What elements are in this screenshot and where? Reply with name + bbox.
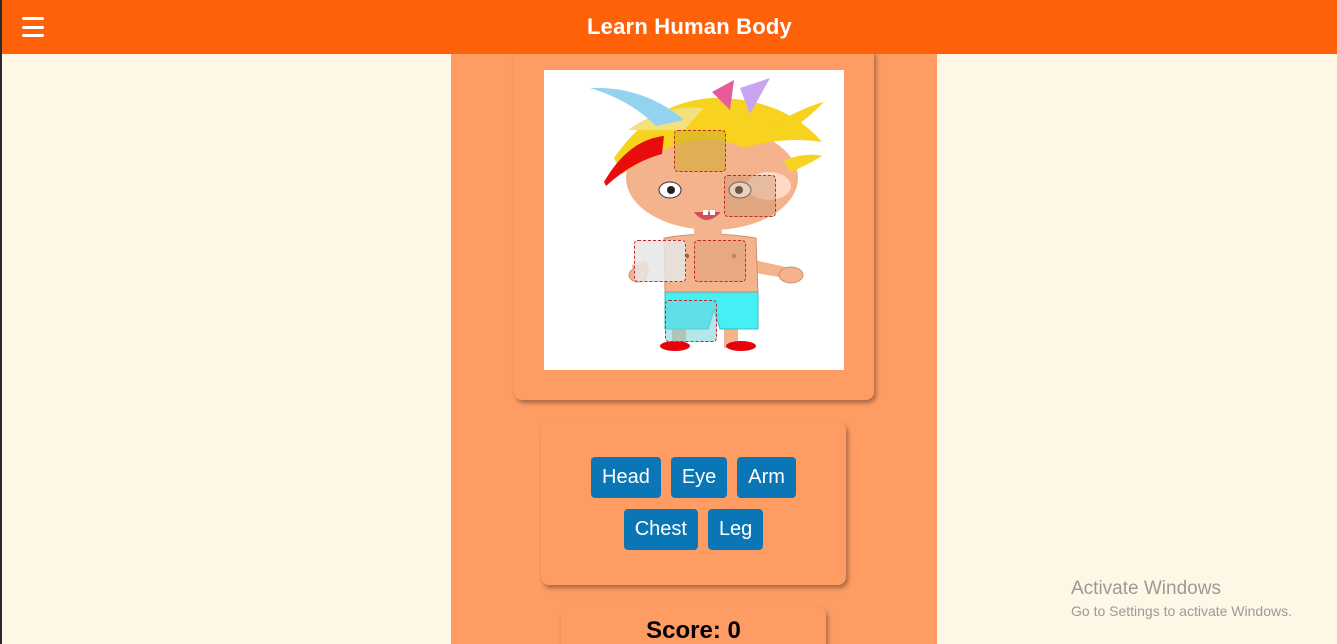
hotspot-head[interactable]: [674, 130, 726, 172]
leg-label-button[interactable]: Leg: [707, 509, 764, 550]
body-image-card: [514, 48, 874, 400]
window-border: [0, 0, 2, 644]
label-row-2: Chest Leg: [541, 509, 846, 550]
hamburger-menu-icon[interactable]: [22, 17, 44, 37]
score-card: Score: 0: [561, 607, 826, 644]
arm-label-button[interactable]: Arm: [737, 457, 796, 498]
hotspot-arm[interactable]: [634, 240, 686, 282]
watermark-line-1: Activate Windows: [1071, 578, 1221, 599]
head-label-button[interactable]: Head: [591, 457, 661, 498]
game-panel: Head Eye Arm Chest Leg Score: 0: [451, 48, 937, 644]
eye-label-button[interactable]: Eye: [670, 457, 728, 498]
hotspot-chest[interactable]: [694, 240, 746, 282]
hotspot-leg[interactable]: [665, 300, 717, 342]
app-header: Learn Human Body: [0, 0, 1337, 54]
app-title: Learn Human Body: [587, 14, 792, 39]
chest-label-button[interactable]: Chest: [623, 509, 698, 550]
watermark-line-2: Go to Settings to activate Windows.: [1071, 603, 1292, 619]
score-text: Score: 0: [646, 617, 741, 644]
label-buttons-card: Head Eye Arm Chest Leg: [541, 422, 846, 585]
windows-activation-watermark: Activate Windows Go to Settings to activ…: [1071, 578, 1292, 619]
label-row-1: Head Eye Arm: [541, 457, 846, 498]
body-image: [544, 70, 844, 370]
hotspot-eye[interactable]: [724, 175, 776, 217]
